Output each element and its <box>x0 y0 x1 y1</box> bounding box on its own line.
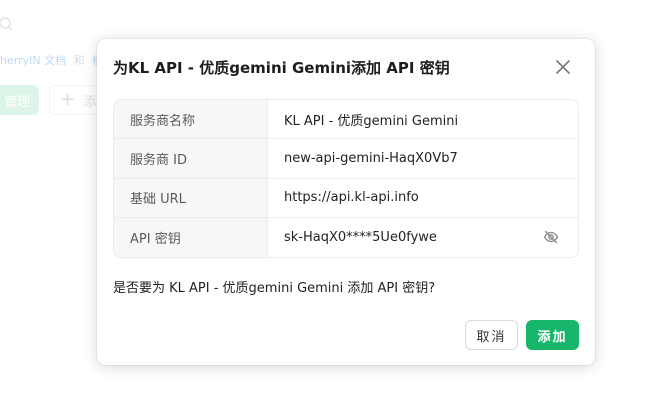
info-row-api-key: API 密钥 sk-HaqX0****5Ue0fywe <box>114 217 578 257</box>
api-key-value-cell: sk-HaqX0****5Ue0fywe <box>268 218 578 257</box>
info-label: 基础 URL <box>114 178 268 217</box>
info-label: 服务商 ID <box>114 139 268 178</box>
toggle-visibility-button[interactable] <box>542 228 560 246</box>
provider-info-table: 服务商名称 KL API - 优质gemini Gemini 服务商 ID ne… <box>113 99 579 258</box>
info-label: 服务商名称 <box>114 100 268 139</box>
cancel-button[interactable]: 取消 <box>465 320 518 350</box>
confirm-message: 是否要为 KL API - 优质gemini Gemini 添加 API 密钥? <box>113 281 436 296</box>
dialog-title: 为KL API - 优质gemini Gemini添加 API 密钥 <box>113 59 450 77</box>
api-key-value: sk-HaqX0****5Ue0fywe <box>284 229 437 245</box>
info-value: https://api.kl-api.info <box>284 190 419 206</box>
close-icon <box>556 60 570 74</box>
info-label: API 密钥 <box>114 217 268 257</box>
add-api-key-dialog: 为KL API - 优质gemini Gemini添加 API 密钥 服务商名称… <box>97 39 595 365</box>
info-row-provider-name: 服务商名称 KL API - 优质gemini Gemini <box>114 100 578 140</box>
info-value: new-api-gemini-HaqX0Vb7 <box>284 150 458 166</box>
close-button[interactable] <box>554 58 572 76</box>
info-row-base-url: 基础 URL https://api.kl-api.info <box>114 178 578 218</box>
info-row-provider-id: 服务商 ID new-api-gemini-HaqX0Vb7 <box>114 139 578 179</box>
info-value: KL API - 优质gemini Gemini <box>284 113 459 129</box>
add-button[interactable]: 添加 <box>526 320 579 350</box>
eye-off-icon <box>543 231 559 244</box>
